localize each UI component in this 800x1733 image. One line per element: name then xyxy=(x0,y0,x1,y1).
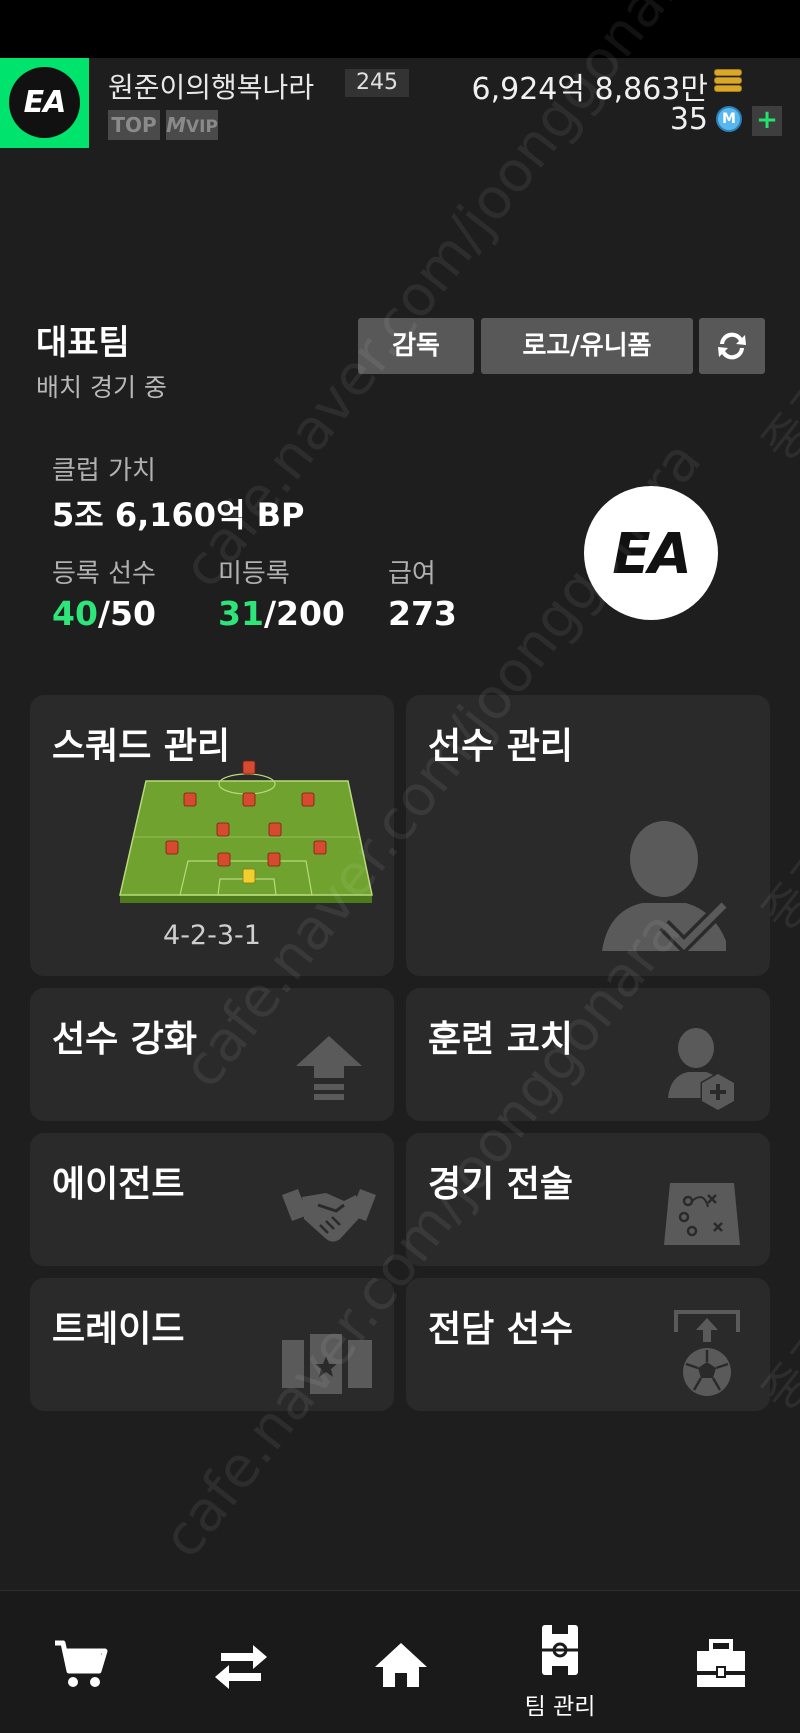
briefcase-icon xyxy=(697,1639,745,1687)
salary-value: 273 xyxy=(388,594,457,633)
coach-button[interactable]: 감독 xyxy=(358,318,474,374)
top-badge: TOP xyxy=(108,110,160,140)
m-currency-icon: M xyxy=(716,106,742,132)
squad-management-card[interactable]: 스쿼드 관리 4-2-3-1 xyxy=(30,695,394,976)
enhance-title: 선수 강화 xyxy=(52,1019,198,1060)
refresh-icon xyxy=(718,332,746,360)
ea-logo-button[interactable]: EA xyxy=(0,58,89,148)
home-icon xyxy=(375,1643,427,1687)
player-enhance-card[interactable]: 선수 강화 xyxy=(30,988,394,1121)
unregistered-label: 미등록 xyxy=(218,559,290,589)
registered-count: 40/50 xyxy=(52,594,156,633)
club-value-label: 클럽 가치 xyxy=(52,456,156,486)
trade-cards-icon xyxy=(282,1334,372,1394)
formation-label: 4-2-3-1 xyxy=(163,920,261,951)
arrow-up-icon xyxy=(296,1036,362,1100)
tactic-title: 경기 전술 xyxy=(428,1164,574,1205)
formation-pitch-icon xyxy=(119,760,373,903)
agent-card[interactable]: 에이전트 xyxy=(30,1133,394,1266)
add-currency-button[interactable]: + xyxy=(752,106,782,136)
unregistered-count: 31/200 xyxy=(218,594,345,633)
level-badge: 245 xyxy=(345,69,409,97)
trade-title: 트레이드 xyxy=(52,1309,185,1350)
logo-uniform-button[interactable]: 로고/유니폼 xyxy=(481,318,693,374)
player-title: 선수 관리 xyxy=(428,726,574,767)
player-check-icon xyxy=(602,821,729,951)
nav-team-label: 팀 관리 xyxy=(524,1694,596,1720)
team-status: 배치 경기 중 xyxy=(36,373,167,402)
registered-label: 등록 선수 xyxy=(52,559,156,589)
nav-team-management[interactable]: 팀 관리 xyxy=(500,1591,620,1733)
cart-icon xyxy=(55,1640,108,1687)
nav-shop[interactable] xyxy=(20,1591,140,1733)
pitch-icon xyxy=(542,1625,578,1675)
club-emblem[interactable]: EA xyxy=(584,486,718,620)
player-management-card[interactable]: 선수 관리 xyxy=(406,695,770,976)
ea-logo-icon: EA xyxy=(9,67,80,138)
status-bar xyxy=(0,0,800,58)
team-name: 대표팀 xyxy=(36,323,130,363)
training-coach-card[interactable]: 훈련 코치 xyxy=(406,988,770,1121)
nav-inventory[interactable] xyxy=(660,1591,780,1733)
nav-home[interactable] xyxy=(340,1591,460,1733)
swap-team-button[interactable] xyxy=(699,318,765,374)
coach-title: 훈련 코치 xyxy=(428,1019,574,1060)
nickname: 원준이의행복나라 xyxy=(108,71,315,104)
m-currency-count: 35 xyxy=(669,102,708,137)
mvip-badge: MVIP xyxy=(166,110,218,140)
coach-add-icon xyxy=(668,1028,736,1112)
handshake-icon xyxy=(282,1189,376,1242)
goal-ball-icon xyxy=(674,1310,740,1396)
salary-label: 급여 xyxy=(388,559,436,589)
club-value: 5조 6,160억 BP xyxy=(52,496,305,534)
agent-title: 에이전트 xyxy=(52,1164,185,1205)
coin-stack-icon xyxy=(714,69,742,93)
exclusive-title: 전담 선수 xyxy=(428,1309,574,1350)
match-tactics-card[interactable]: 경기 전술 xyxy=(406,1133,770,1266)
tactics-board-icon xyxy=(664,1183,740,1245)
nav-transfer[interactable] xyxy=(180,1591,300,1733)
exclusive-player-card[interactable]: 전담 선수 xyxy=(406,1278,770,1411)
bottom-nav: 팀 관리 xyxy=(0,1590,800,1733)
trade-card[interactable]: 트레이드 xyxy=(30,1278,394,1411)
transfer-arrows-icon xyxy=(215,1645,267,1689)
